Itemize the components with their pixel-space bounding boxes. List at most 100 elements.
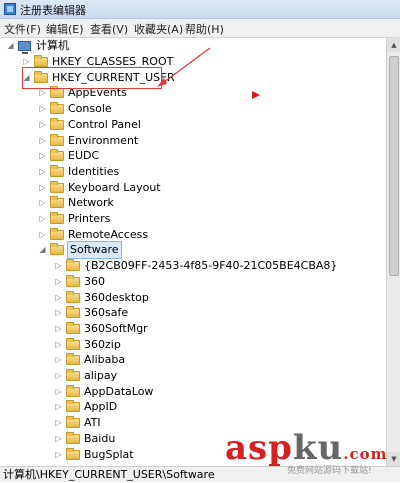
tree-item[interactable]: ▷ AppID (0, 399, 380, 415)
folder-icon (66, 274, 80, 287)
expand-arrow-icon[interactable]: ▷ (38, 164, 47, 180)
folder-icon (50, 180, 64, 193)
tree-item-label: Alibaba (84, 353, 126, 367)
tree-item[interactable]: ▷ Network (0, 195, 380, 211)
expand-arrow-icon[interactable]: ▷ (54, 447, 63, 463)
watermark-brand-a: asp (225, 428, 293, 468)
tree-item-label: Network (68, 196, 114, 210)
menu-favorites[interactable]: 收藏夹(A) (134, 21, 183, 37)
title-bar: 注册表编辑器 (0, 0, 400, 19)
tree-item[interactable]: ▷ RemoteAccess (0, 227, 380, 243)
watermark-brand-c: .com (343, 445, 388, 463)
folder-icon (66, 306, 80, 319)
tree-item-label: 360desktop (84, 290, 149, 304)
folder-icon (50, 212, 64, 224)
expand-arrow-icon[interactable]: ▷ (54, 415, 63, 431)
tree-item-label: Baidu (84, 431, 116, 445)
expand-arrow-icon[interactable]: ▷ (38, 211, 47, 227)
menu-bar: 文件(F) 编辑(E) 查看(V) 收藏夹(A) 帮助(H) (0, 19, 400, 38)
expand-arrow-icon[interactable]: ▷ (38, 101, 47, 117)
window-title: 注册表编辑器 (20, 4, 86, 17)
tree-item[interactable]: ▷ 360 (0, 274, 380, 290)
tree-root-label: 计算机 (36, 39, 69, 52)
expand-arrow-icon[interactable]: ▷ (54, 431, 63, 447)
collapse-arrow-icon[interactable]: ◢ (6, 38, 15, 54)
tree-item[interactable]: ▷ alipay (0, 368, 380, 384)
expand-arrow-icon[interactable]: ▷ (54, 290, 63, 306)
collapse-arrow-icon[interactable]: ◢ (38, 242, 47, 258)
menu-edit[interactable]: 编辑(E) (46, 21, 84, 37)
folder-icon (66, 259, 80, 272)
tree-item[interactable]: ▷ Identities (0, 164, 380, 180)
expand-arrow-icon[interactable]: ▷ (54, 321, 63, 337)
expand-arrow-icon[interactable]: ▷ (54, 368, 63, 384)
tree-item-label: AppDataLow (84, 384, 154, 398)
folder-icon (66, 321, 80, 334)
folder-icon (50, 102, 64, 115)
expand-arrow-icon[interactable]: ▷ (54, 337, 63, 353)
expand-arrow-icon[interactable]: ▷ (54, 352, 63, 368)
tree-item-label: Keyboard Layout (68, 180, 161, 194)
tree-item-label: ATI (84, 416, 101, 430)
tree-item-label: RemoteAccess (68, 227, 149, 241)
tree-item-label: Identities (68, 164, 120, 178)
tree-item[interactable]: ▷ 360desktop (0, 290, 380, 306)
expand-arrow-icon[interactable]: ▷ (54, 384, 63, 400)
expand-arrow-icon[interactable]: ▷ (38, 133, 47, 149)
tree-item[interactable]: ▷ Keyboard Layout (0, 180, 380, 196)
folder-icon (66, 290, 80, 303)
expand-arrow-icon[interactable]: ▷ (54, 305, 63, 321)
tree-item[interactable]: ◢ Software (0, 241, 380, 260)
tree-item-label: Control Panel (68, 117, 141, 131)
expand-arrow-icon[interactable]: ▷ (38, 117, 47, 133)
tree-item[interactable]: ▷ Environment (0, 133, 380, 149)
tree-item-label: EUDC (68, 149, 100, 163)
tree-item[interactable]: ▷ Alibaba (0, 352, 380, 368)
tree-item[interactable]: ▷ Console (0, 101, 380, 117)
expand-arrow-icon[interactable]: ▷ (38, 195, 47, 211)
folder-icon (66, 353, 80, 366)
folder-icon (66, 369, 80, 381)
folder-icon (50, 227, 64, 240)
folder-icon (66, 447, 80, 460)
tree-item[interactable]: ▷ AppDataLow (0, 384, 380, 400)
tree-item[interactable]: ▷ 360zip (0, 337, 380, 353)
tree-item[interactable]: ▷ EUDC (0, 148, 380, 164)
expand-arrow-icon[interactable]: ▷ (54, 274, 63, 290)
tree-item[interactable]: ▷ 360SoftMgr (0, 321, 380, 337)
tree-item[interactable]: ▷ Control Panel (0, 117, 380, 133)
folder-icon (66, 384, 80, 397)
folder-icon (50, 149, 64, 162)
tree-item-label: 360zip (84, 337, 121, 351)
expand-arrow-icon[interactable]: ▷ (54, 258, 63, 274)
tree-item-label: 360safe (84, 306, 129, 320)
vertical-scrollbar[interactable]: ▲ ▼ (386, 38, 400, 466)
registry-tree[interactable]: ◢ 计算机 ▷ HKEY_CLASSES_ROOT ◢ HKEY_CURRENT_US… (0, 38, 386, 466)
tree-item[interactable]: ▷ 360safe (0, 305, 380, 321)
folder-icon (50, 243, 64, 256)
watermark-brand-b: ku (292, 428, 344, 468)
folder-icon (50, 117, 64, 130)
expand-arrow-icon[interactable]: ▷ (38, 148, 47, 164)
menu-help[interactable]: 帮助(H) (185, 21, 224, 37)
tree-item-label: {B2CB09FF-2453-4f85-9F40-21C05BE4CBA8} (84, 259, 338, 273)
tree-item[interactable]: ▷ Printers (0, 211, 380, 227)
watermark-subtitle: 免费网站源码下载站! (287, 466, 372, 476)
expand-arrow-icon[interactable]: ▷ (54, 399, 63, 415)
scrollbar-thumb[interactable] (389, 56, 399, 276)
tree-item[interactable]: ▷ {B2CB09FF-2453-4f85-9F40-21C05BE4CBA8} (0, 258, 380, 274)
site-watermark: aspku.com 免费网站源码下载站! (225, 428, 397, 476)
expand-arrow-icon[interactable]: ▷ (38, 180, 47, 196)
tree-root-computer[interactable]: ◢ 计算机 (0, 38, 380, 54)
folder-icon (66, 431, 80, 444)
menu-view[interactable]: 查看(V) (90, 21, 128, 37)
tree-item-label: 360 (84, 274, 105, 288)
folder-icon (66, 337, 80, 350)
folder-icon (66, 400, 80, 413)
menu-file[interactable]: 文件(F) (4, 21, 41, 37)
tree-item-label: Software (67, 241, 122, 260)
tree-item-label: Printers (68, 212, 111, 225)
scroll-up-icon[interactable]: ▲ (387, 38, 400, 52)
folder-icon (34, 55, 48, 67)
expand-arrow-icon[interactable]: ▷ (38, 227, 47, 243)
